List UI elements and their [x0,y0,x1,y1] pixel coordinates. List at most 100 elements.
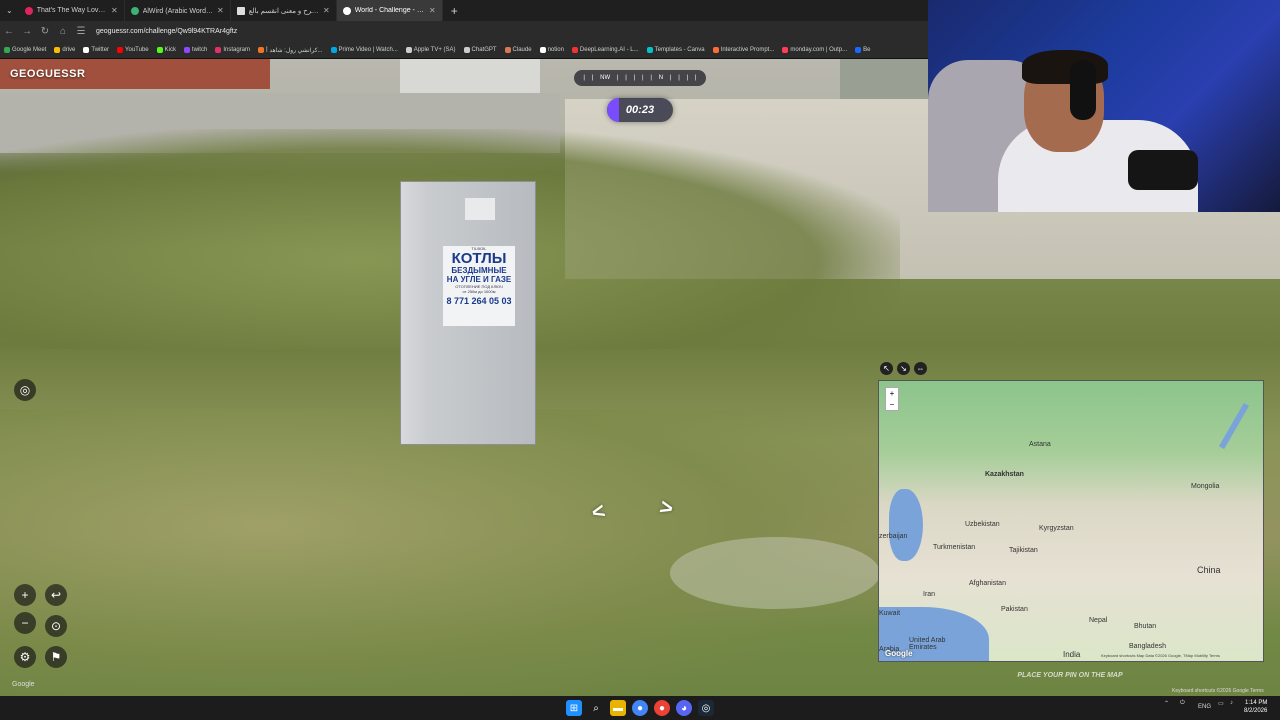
bookmark-label: Twitter [91,47,110,53]
bookmark-favicon-icon [215,47,222,53]
bookmark-item[interactable]: monday.com | Outp... [782,47,847,53]
bookmark-item[interactable]: YouTube [117,47,149,53]
map-label: Kuwait [879,610,901,617]
tab-2[interactable]: AlWird (Arabic Wordle) - الورد ✕ [125,0,231,21]
bookmark-item[interactable]: Instagram [215,47,250,53]
forward-icon[interactable]: → [18,26,36,37]
map-label: India [1063,650,1081,659]
bookmark-item[interactable]: drive [54,47,75,53]
reload-icon[interactable]: ↻ [36,26,54,37]
map-label: Tajikistan [1009,547,1038,554]
bookmark-item[interactable]: notion [539,47,564,53]
bookmark-favicon-icon [183,47,190,53]
undo-move-icon[interactable]: ↩ [45,584,67,606]
bookmark-item[interactable]: Templates - Canva [646,47,705,53]
site-info-icon[interactable]: ☰ [72,26,90,37]
return-to-start-icon[interactable]: ⊙ [45,615,67,637]
bookmark-favicon-icon [117,47,124,53]
map-label: China [1197,565,1221,575]
bookmark-label: DeepLearning.AI - L... [579,47,639,53]
bookmark-favicon-icon [646,47,653,53]
flag-icon[interactable]: ⚑ [45,646,67,668]
compass-bar: | | NW | | | | | N | | | | [574,70,706,86]
shrink-map-icon[interactable]: ↘ [897,362,910,375]
bookmark-label: notion [547,47,564,53]
tab-favicon-icon [130,6,139,15]
steam-icon[interactable]: ◎ [698,700,714,716]
file-explorer-icon[interactable]: ▬ [610,700,626,716]
close-icon[interactable]: ✕ [323,6,330,15]
home-icon[interactable]: ⌂ [54,26,72,37]
back-icon[interactable]: ← [0,26,18,37]
map-label: Pakistan [1001,606,1028,613]
close-icon[interactable]: ✕ [111,6,118,15]
sign-line: НА УГЛЕ И ГАЗЕ [446,275,512,284]
clock-date: 8/2/2026 [1244,708,1268,714]
timer-value: 00:23 [625,104,655,116]
clock[interactable]: 1:14 PM 8/2/2026 [1244,699,1267,715]
guess-map[interactable]: + − Kazakhstan Mongolia Uzbekistan Kyrgyz… [878,380,1264,662]
location-pin-icon[interactable]: ◎ [14,379,36,401]
bookmark-item[interactable]: Twitter [83,47,109,53]
utility-cabinet: TILBOIL КОТЛЫ БЕЗДЫМНЫЕ НА УГЛЕ И ГАЗЕ О… [400,181,536,445]
house [400,59,540,95]
tray-app-icon[interactable]: ⏻ [1180,700,1185,707]
map-label: zerbaijan [879,533,908,540]
volume-icon[interactable]: ♪ [1230,700,1233,706]
bookmark-favicon-icon [782,47,789,53]
bookmark-favicon-icon [405,47,412,53]
zoom-out-button[interactable]: − [14,612,36,634]
map-label: Turkmenistan [933,544,976,551]
clock-time: 1:14 PM [1245,700,1268,706]
new-tab-button[interactable]: + [443,4,466,18]
map-zoom-control[interactable]: + − [885,387,899,411]
bookmark-item[interactable]: Apple TV+ (SA) [405,47,456,53]
expand-map-icon[interactable]: ↖ [880,362,893,375]
movement-cursor-ellipse[interactable] [670,537,880,609]
tab-1[interactable]: That's The Way Love Goes ✕ [19,0,125,21]
bookmark-favicon-icon [4,47,10,53]
tab-title: That's The Way Love Goes [36,7,107,14]
bookmark-favicon-icon [504,47,511,53]
bookmark-item[interactable]: Prime Video | Watch... [330,47,398,53]
sign-title: КОТЛЫ [451,250,507,267]
bookmark-label: Instagram [223,47,250,53]
close-icon[interactable]: ✕ [429,6,436,15]
tab-search-icon[interactable]: ⌄ [0,6,19,15]
search-icon[interactable]: ⌕ [588,700,604,716]
map-label: Nepal [1089,617,1108,624]
tab-favicon-icon [24,6,33,15]
language-indicator[interactable]: ENG [1198,704,1211,710]
pin-map-icon[interactable]: ⇔ [914,362,927,375]
bookmark-label: twitch [191,47,208,53]
compass-label: N [658,75,664,81]
tab-3[interactable]: تعريف و شرح و معنى انقسم بالع ✕ [231,0,337,21]
bookmark-item[interactable]: Claude [504,47,532,53]
bookmark-item[interactable]: Google Meet [4,47,46,53]
tab-4-active[interactable]: World - Challenge - GeoGu ✕ [336,0,443,21]
bookmark-item[interactable]: ChatGPT [463,47,497,53]
bookmark-item[interactable]: Be [855,47,871,53]
settings-gear-icon[interactable]: ⚙ [14,646,36,668]
close-icon[interactable]: ✕ [217,6,224,15]
map-label: Bhutan [1134,623,1157,630]
start-icon[interactable]: ⊞ [566,700,582,716]
tab-title: AlWird (Arabic Wordle) - الورد [142,7,213,15]
chrome-icon[interactable]: ● [632,700,648,716]
bookmark-item[interactable]: Interactive Prompt... [712,47,774,53]
bookmark-item[interactable]: كرانشي رول: شاهد أ... [258,47,323,54]
bookmark-item[interactable]: Kick [156,47,176,53]
bookmark-item[interactable]: twitch [183,47,208,53]
url-input[interactable]: geoguessr.com/challenge/Qw9l94KTRAr4gftz [96,28,237,35]
bookmark-item[interactable]: DeepLearning.AI - L... [571,47,639,53]
map-label: Bangladesh [1129,643,1166,650]
advert-sticker: TILBOIL КОТЛЫ БЕЗДЫМНЫЕ НА УГЛЕ И ГАЗЕ О… [443,246,515,326]
network-icon[interactable]: ▭ [1218,700,1224,707]
tray-chevron-icon[interactable]: ⌃ [1164,700,1169,707]
cabinet-plate [465,198,495,220]
caspian-sea [889,489,923,561]
compass-label: NW [600,75,611,81]
zoom-in-button[interactable]: + [14,584,36,606]
chrome-profile-icon[interactable]: ● [654,700,670,716]
discord-icon[interactable]: ◕ [676,700,692,716]
